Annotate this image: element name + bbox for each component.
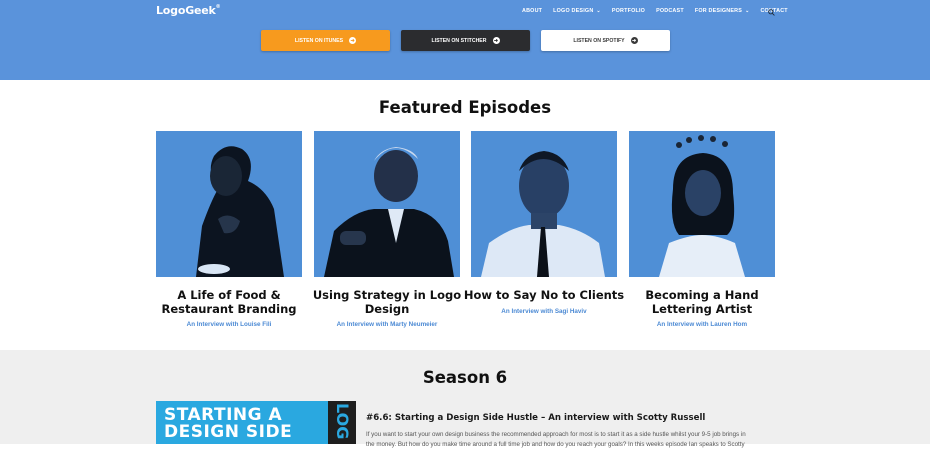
listen-itunes-label: LISTEN ON ITUNES — [294, 37, 344, 44]
nav-label-logo-design: LOGO DESIGN — [553, 8, 594, 14]
description-line: the money. But how do you make time arou… — [366, 441, 745, 448]
description-line: If you want to start your own design bus… — [366, 431, 746, 438]
nav-item-for-designers[interactable]: FOR DESIGNERS ⌄ — [695, 8, 750, 14]
logo-text: Logo — [156, 4, 186, 17]
thumbnail-text-line: DESIGN SIDE — [164, 422, 293, 442]
episode-card[interactable]: Using Strategy in Logo Design An Intervi… — [313, 131, 461, 328]
episode-subtitle[interactable]: An Interview with Lauren Hom — [619, 321, 785, 328]
episode-subtitle[interactable]: An Interview with Marty Neumeier — [304, 321, 470, 328]
search-icon[interactable] — [768, 9, 775, 16]
episode-title[interactable]: A Life of Food & Restaurant Branding — [146, 288, 312, 316]
top-navigation-bar: LogoGeek® ABOUT LOGO DESIGN ⌄ PORTFOLIO P… — [0, 0, 930, 25]
episode-photo[interactable] — [314, 131, 460, 277]
episode-title-line: Restaurant Branding — [161, 301, 297, 316]
episode-card[interactable]: Becoming a Hand Lettering Artist An Inte… — [629, 131, 775, 328]
portrait-image — [629, 131, 775, 277]
nav-item-portfolio[interactable]: PORTFOLIO — [612, 8, 645, 14]
portrait-image — [314, 131, 460, 277]
main-nav: ABOUT LOGO DESIGN ⌄ PORTFOLIO PODCAST FOR… — [522, 8, 799, 14]
episode-title-line: Design — [364, 301, 410, 316]
episode-thumbnail[interactable]: STARTING A DESIGN SIDE LOG — [156, 401, 356, 444]
episode-title-line: Becoming a Hand — [645, 288, 759, 302]
episode-title-line: How to Say No to Clients — [463, 288, 625, 302]
episode-subtitle[interactable]: An Interview with Sagi Haviv — [461, 308, 627, 315]
listen-spotify-button[interactable]: LISTEN ON SPOTIFY ➜ — [541, 30, 670, 51]
chevron-down-icon: ⌄ — [596, 8, 601, 14]
episode-photo[interactable] — [156, 131, 302, 277]
nav-item-podcast[interactable]: PODCAST — [656, 8, 684, 14]
nav-item-logo-design[interactable]: LOGO DESIGN ⌄ — [553, 8, 601, 14]
portrait-image — [471, 131, 617, 277]
episode-title[interactable]: Using Strategy in Logo Design — [304, 288, 470, 316]
logo-text-geek: Geek — [185, 4, 216, 17]
season-episode-description: If you want to start your own design bus… — [366, 430, 776, 450]
thumbnail-strip-text: LOG — [333, 403, 352, 440]
logo-trademark: ® — [215, 4, 221, 10]
thumbnail-text: STARTING A DESIGN SIDE — [164, 407, 292, 441]
nav-item-about[interactable]: ABOUT — [522, 8, 542, 14]
listen-stitcher-label: LISTEN ON STITCHER — [431, 37, 487, 44]
episode-photo[interactable] — [629, 131, 775, 277]
arrow-right-icon: ➜ — [492, 37, 500, 44]
chevron-down-icon: ⌄ — [745, 8, 750, 14]
episode-title[interactable]: How to Say No to Clients — [461, 288, 627, 303]
arrow-right-icon: ➜ — [349, 37, 357, 44]
arrow-right-icon: ➜ — [630, 37, 638, 44]
episode-card[interactable]: How to Say No to Clients An Interview wi… — [464, 131, 624, 315]
thumbnail-strip: LOG — [328, 401, 356, 444]
episode-photo[interactable] — [471, 131, 617, 277]
listen-spotify-label: LISTEN ON SPOTIFY — [573, 37, 625, 44]
listen-itunes-button[interactable]: LISTEN ON ITUNES ➜ — [261, 30, 390, 51]
episode-subtitle[interactable]: An Interview with Louise Fili — [146, 321, 312, 328]
nav-label-for-designers: FOR DESIGNERS — [694, 8, 743, 14]
nav-label-podcast: PODCAST — [656, 8, 684, 14]
episode-title[interactable]: Becoming a Hand Lettering Artist — [619, 288, 785, 316]
season-episode-title[interactable]: #6.6: Starting a Design Side Hustle – An… — [366, 413, 705, 423]
logo[interactable]: LogoGeek® — [156, 4, 221, 17]
listen-stitcher-button[interactable]: LISTEN ON STITCHER ➜ — [401, 30, 530, 51]
episode-title-line: Lettering Artist — [651, 301, 753, 316]
nav-label-portfolio: PORTFOLIO — [611, 8, 646, 14]
season-heading: Season 6 — [422, 368, 508, 387]
episode-card[interactable]: A Life of Food & Restaurant Branding An … — [156, 131, 302, 328]
nav-label-about: ABOUT — [522, 8, 543, 14]
episode-title-line: Using Strategy in Logo — [312, 288, 462, 302]
featured-episodes-heading: Featured Episodes — [378, 98, 552, 117]
episode-title-line: A Life of Food & — [177, 288, 281, 302]
portrait-image — [156, 131, 302, 277]
